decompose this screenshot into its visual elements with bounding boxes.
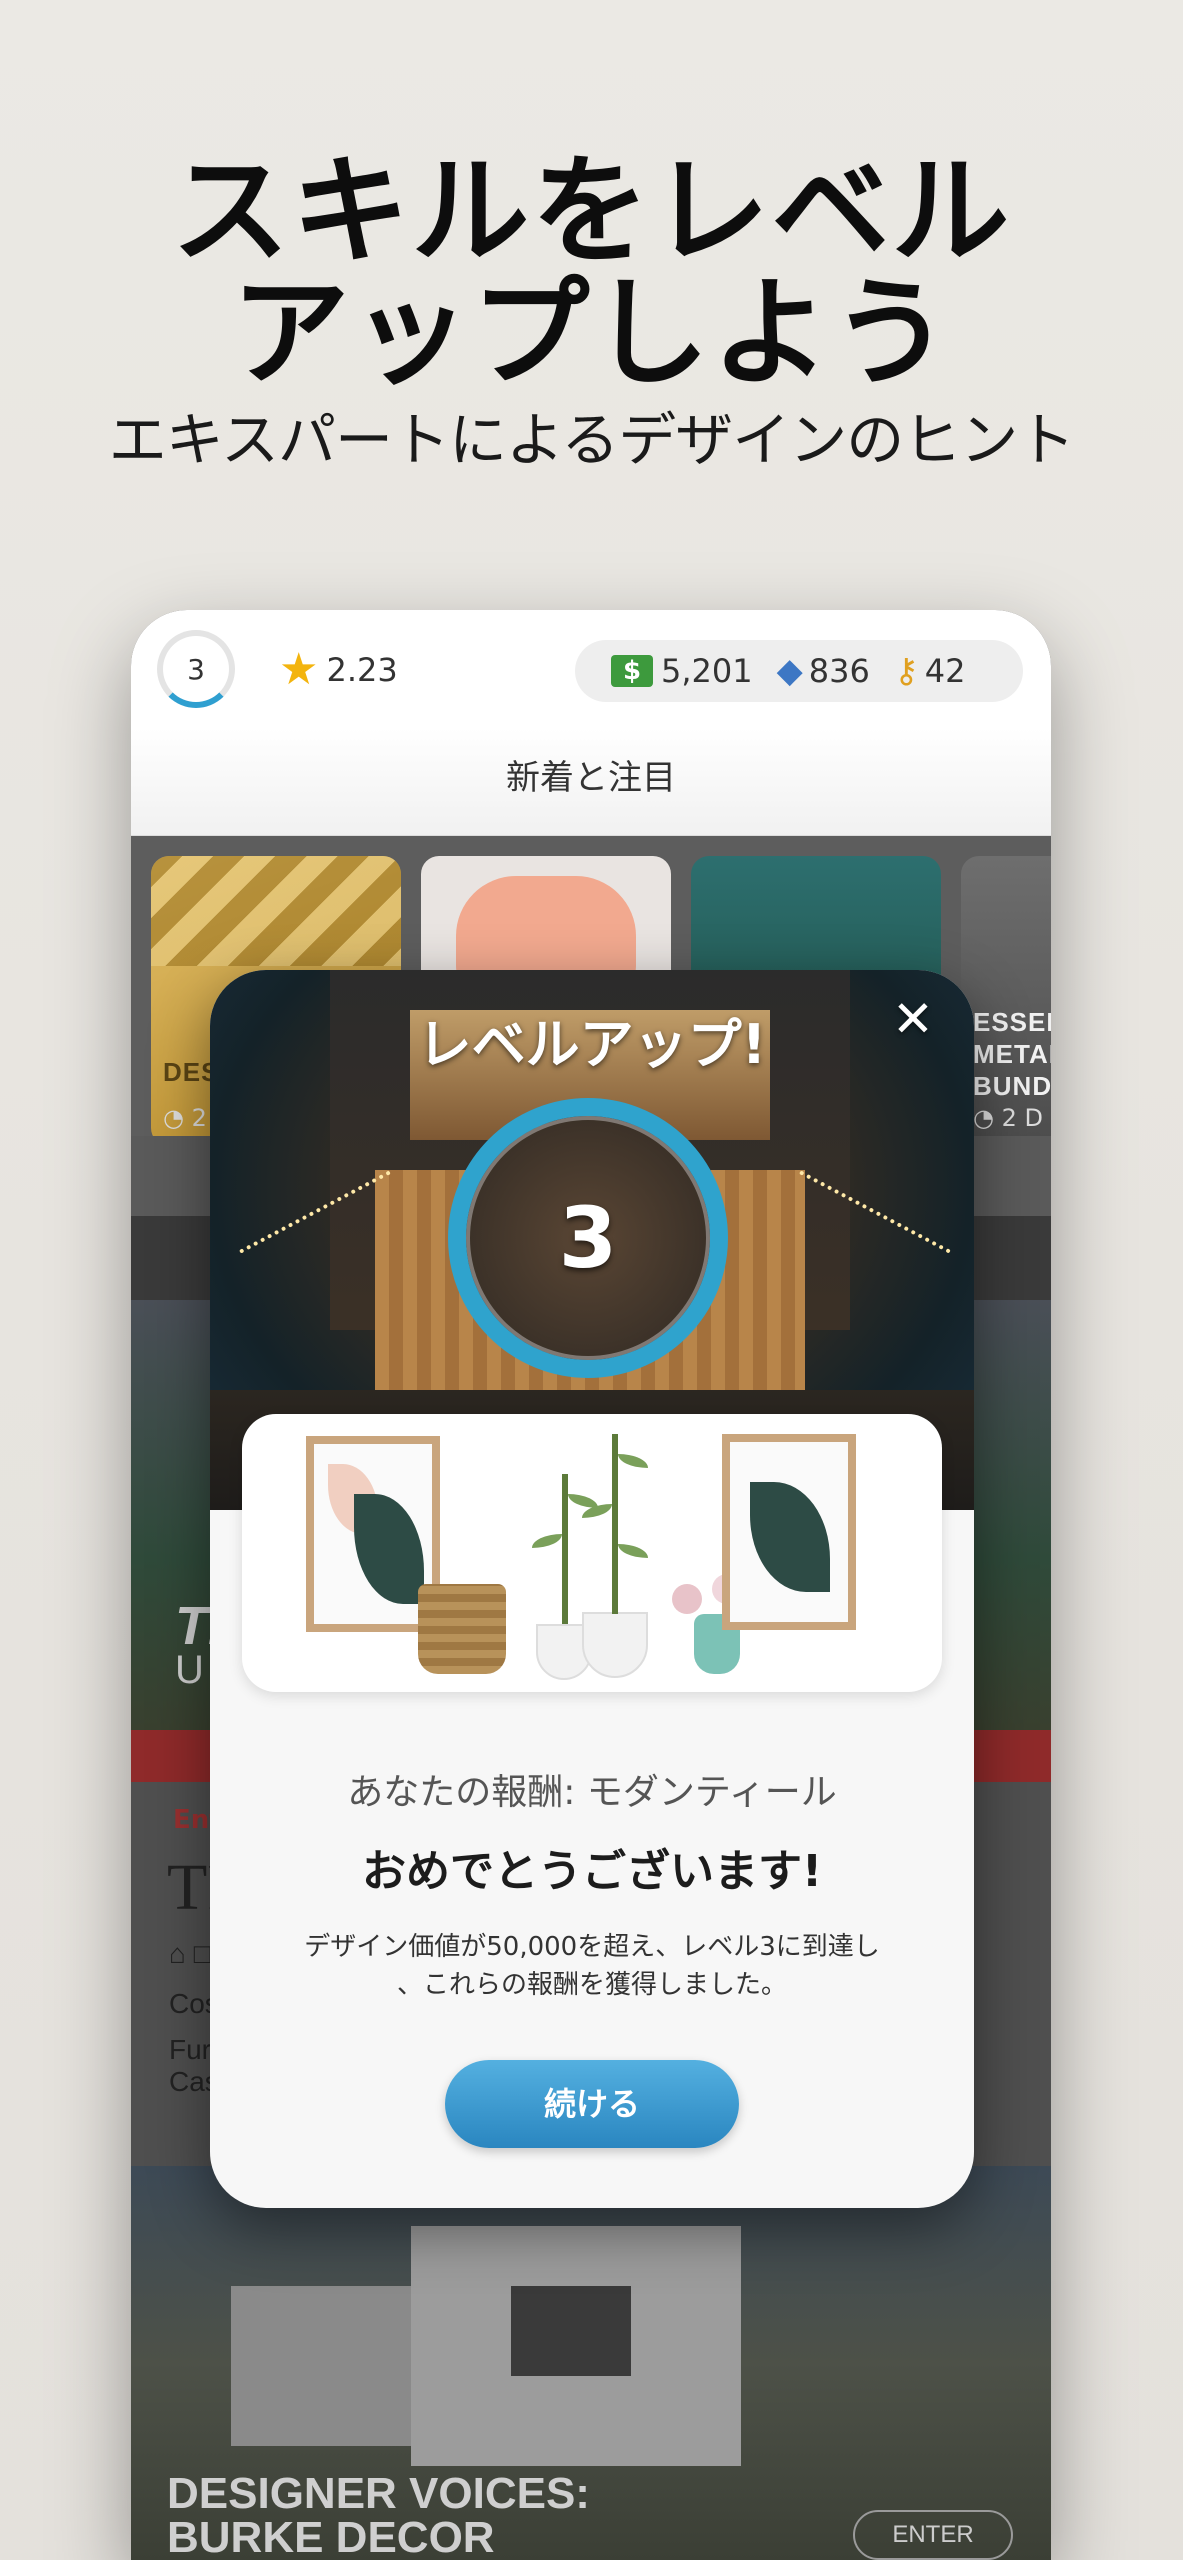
level-badge-number: 3 — [558, 1189, 618, 1287]
currency-bar[interactable]: $ 5,201 ◆ 836 ⚷ 42 — [575, 640, 1023, 702]
plant-pot — [582, 1612, 648, 1678]
level-up-dialog: レベルアップ! ✕ 3 あなたの報酬: モダンティール おめでとうございます! — [210, 970, 974, 2208]
plant-stem — [612, 1434, 618, 1614]
keys-value: 42 — [924, 652, 966, 690]
card-title: ESSEN METAL BUND — [973, 1007, 1051, 1101]
enter-button[interactable]: ENTER — [853, 2510, 1013, 2560]
flower — [672, 1584, 702, 1614]
project-icons: ⌂ □ — [169, 1938, 211, 1969]
designer-voices-line1: DESIGNER VOICES: — [167, 2469, 590, 2518]
stars-counter[interactable]: ★ 2.23 — [279, 648, 398, 692]
hero-title-line1: スキルをレベル — [171, 142, 1012, 280]
reward-label: あなたの報酬: モダンティール — [347, 1772, 837, 1813]
hero-title: スキルをレベル アップしよう — [0, 150, 1183, 394]
reward-preview — [242, 1414, 942, 1692]
plant-leaf — [532, 1534, 562, 1548]
featured-card[interactable]: ESSEN METAL BUND ◔ 2 D — [961, 856, 1051, 1146]
level-badge: 3 — [448, 1098, 728, 1378]
continue-button[interactable]: 続ける — [445, 2060, 739, 2148]
level-number: 3 — [187, 652, 205, 686]
congrats-heading: おめでとうございます! — [361, 1846, 823, 1897]
wall-art-frame — [722, 1434, 856, 1630]
section-title: 新着と注目 — [131, 728, 1051, 836]
description-line2: 、これらの報酬を獲得しました。 — [396, 1970, 787, 2000]
plant-stem — [562, 1474, 568, 1624]
art-leaf — [750, 1482, 830, 1592]
card-timer: ◔ 2 — [163, 1104, 207, 1132]
top-bar: 3 ★ 2.23 $ 5,201 ◆ 836 ⚷ 42 — [131, 610, 1051, 728]
stars-value: 2.23 — [326, 651, 398, 689]
designer-voices-line2: BURKE DECOR — [167, 2513, 495, 2560]
cash-value: 5,201 — [661, 652, 753, 690]
gem-icon: ◆ — [776, 651, 803, 691]
plant-leaf — [618, 1544, 648, 1558]
star-icon: ★ — [279, 644, 319, 695]
project-furniture: Fur — [169, 2034, 211, 2065]
key-icon: ⚷ — [893, 651, 919, 691]
hero-subtitle: エキスパートによるデザインのヒント — [108, 406, 1076, 474]
level-up-description: デザイン価値が50,000を超え、レベル3に到達し 、これらの報酬を獲得しました… — [270, 1928, 914, 2004]
level-up-title: レベルアップ! — [417, 1013, 767, 1076]
level-indicator[interactable]: 3 — [157, 630, 235, 708]
designer-voices-title: DESIGNER VOICES: BURKE DECOR — [167, 2472, 590, 2560]
card-timer: ◔ 2 D — [973, 1104, 1043, 1132]
building-window — [511, 2286, 631, 2376]
cash-icon: $ — [611, 655, 653, 687]
description-line1: デザイン価値が50,000を超え、レベル3に到達し — [304, 1932, 880, 1962]
plant-leaf — [618, 1454, 648, 1468]
art-leaf — [354, 1494, 424, 1604]
close-icon[interactable]: ✕ — [886, 992, 940, 1046]
project-subtitle: U — [175, 1648, 204, 1692]
gems-value: 836 — [808, 652, 870, 690]
hero-title-line2: アップしよう — [231, 264, 952, 402]
basket-image — [418, 1584, 506, 1674]
